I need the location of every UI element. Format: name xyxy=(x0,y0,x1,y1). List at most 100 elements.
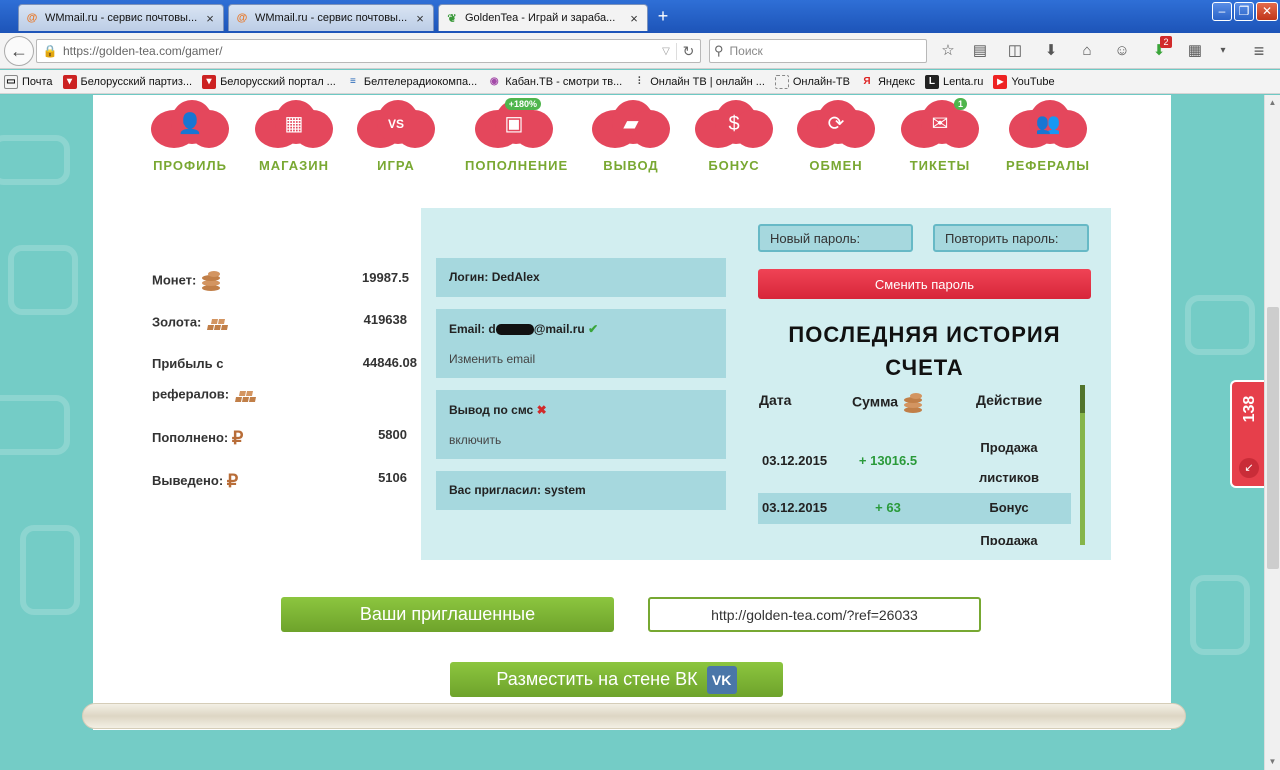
tab-title: GoldenTea - Играй и зараба... xyxy=(465,12,616,24)
scroll-down-icon[interactable]: ▼ xyxy=(1265,754,1280,770)
nav-exchange[interactable]: ⟳ ОБМЕН xyxy=(797,100,875,173)
sms-row: Вывод по смс ✖ включить xyxy=(436,390,726,459)
withdrawn-label: Выведено: ₽ xyxy=(152,471,239,491)
search-placeholder: Поиск xyxy=(729,44,763,58)
enable-sms-link[interactable]: включить xyxy=(449,431,713,449)
nav-referrals[interactable]: 👥 РЕФЕРАЛЫ xyxy=(1005,100,1091,173)
history-scrollbar-thumb[interactable] xyxy=(1080,385,1085,413)
page-scrollbar[interactable]: ▲ ▼ xyxy=(1264,95,1280,770)
maximize-button[interactable]: ❐ xyxy=(1234,2,1254,21)
new-password-input[interactable] xyxy=(758,224,913,252)
change-password-button[interactable]: Сменить пароль xyxy=(758,269,1091,299)
gold-bars-icon xyxy=(207,319,229,330)
emoji-icon[interactable]: ☺ xyxy=(1111,41,1133,61)
tab-close-icon[interactable]: × xyxy=(413,11,427,26)
deposit-icon: ▣ +180% xyxy=(475,98,553,148)
ruble-icon: ₽ xyxy=(226,471,239,491)
bookmark-item[interactable]: L Lenta.ru xyxy=(924,74,983,89)
decorative-scroll-rod xyxy=(82,703,1186,729)
bookmark-item[interactable]: ≡ Белтелерадиокомпа... xyxy=(346,75,477,89)
history-scrollbar[interactable] xyxy=(1080,385,1085,545)
search-icon: ⚲ xyxy=(714,43,724,58)
table-row: 03.12.2015 + 13016.5 Продажа листиков xyxy=(762,440,1040,485)
ref-profit-value: 44846.08 xyxy=(362,355,417,370)
home-icon[interactable]: ⌂ xyxy=(1076,41,1098,61)
game-vs-icon: VS xyxy=(357,100,435,148)
bookmark-item[interactable]: ▶ YouTube xyxy=(993,74,1055,89)
bookmark-item[interactable]: ▾ Белорусский партиз... xyxy=(62,74,192,89)
wmmail-icon: @ xyxy=(26,12,38,24)
bookmark-item[interactable]: ▭ Почта xyxy=(4,74,53,89)
scrollbar-thumb[interactable] xyxy=(1267,307,1279,569)
goldentea-leaf-icon: ❦ xyxy=(447,12,457,25)
tut-icon: ▾ xyxy=(202,74,217,89)
side-counter-tab[interactable]: 138 ↙ xyxy=(1230,380,1264,488)
dollar-icon: $ xyxy=(695,100,773,148)
bookmark-item[interactable]: Я Яндекс xyxy=(860,75,915,89)
withdrawn-value: 5106 xyxy=(378,470,407,485)
scroll-up-icon[interactable]: ▲ xyxy=(1265,95,1280,111)
minimize-button[interactable]: – xyxy=(1212,2,1232,21)
btrc-icon: ≡ xyxy=(349,76,356,87)
tab-close-icon[interactable]: × xyxy=(627,11,641,26)
close-window-button[interactable]: ✕ xyxy=(1256,2,1278,21)
tickets-badge: 1 xyxy=(953,98,967,110)
history-table[interactable]: 03.12.2015 + 13016.5 Продажа листиков 03… xyxy=(758,385,1080,545)
repeat-password-input[interactable] xyxy=(933,224,1089,252)
email-row: Email: d @mail.ru ✔ Изменить email xyxy=(436,309,726,378)
pocket-icon[interactable]: ◫ xyxy=(1004,41,1026,61)
url-dropdown-icon[interactable]: ▽ xyxy=(656,46,676,57)
profile-icon: 👤 xyxy=(151,100,229,148)
login-row: Логин: DedAlex xyxy=(436,258,726,297)
deposited-label: Пополнено: ₽ xyxy=(152,428,244,448)
tab-close-icon[interactable]: × xyxy=(203,11,217,26)
toolbar-dropdown-icon[interactable]: ▾ xyxy=(1212,41,1234,61)
bookmark-item[interactable]: ⫶ Онлайн ТВ | онлайн ... xyxy=(632,75,765,89)
reload-icon[interactable]: ↻ xyxy=(676,42,700,60)
referrals-icon: 👥 xyxy=(1009,100,1087,148)
nav-game[interactable]: VS ИГРА xyxy=(357,100,435,173)
url-text: https://golden-tea.com/gamer/ xyxy=(63,44,223,58)
nav-tickets[interactable]: ✉ 1 ТИКЕТЫ xyxy=(901,98,979,173)
search-input[interactable]: ⚲ Поиск xyxy=(709,39,927,63)
envelope-icon: ✉ 1 xyxy=(901,98,979,148)
invited-by-row: Вас пригласил: system xyxy=(436,471,726,510)
nav-profile[interactable]: 👤 ПРОФИЛЬ xyxy=(151,100,229,173)
yandex-icon: Я xyxy=(863,76,871,87)
tab-title: WMmail.ru - сервис почтовы... xyxy=(255,12,408,24)
page-icon xyxy=(774,74,789,89)
extension-icon[interactable]: ▦ xyxy=(1184,41,1206,61)
menu-icon[interactable]: ≡ xyxy=(1248,41,1270,61)
referral-link-input[interactable] xyxy=(648,597,981,632)
invited-users-button[interactable]: Ваши приглашенные xyxy=(281,597,614,632)
tab-title: WMmail.ru - сервис почтовы... xyxy=(45,12,198,24)
window-titlebar: @ WMmail.ru - сервис почтовы... × @ WMma… xyxy=(0,0,1280,33)
nav-deposit[interactable]: ▣ +180% ПОПОЛНЕНИЕ xyxy=(465,98,567,173)
nav-bonus[interactable]: $ БОНУС xyxy=(695,100,773,173)
nav-shop[interactable]: ▦ МАГАЗИН xyxy=(255,100,333,173)
bookmark-star-icon[interactable]: ☆ xyxy=(937,41,959,61)
kaban-icon: ◉ xyxy=(489,76,499,87)
vk-share-button[interactable]: Разместить на стене ВК VK xyxy=(450,662,783,697)
nav-withdraw[interactable]: ▰ ВЫВОД xyxy=(592,100,670,173)
coins-value: 19987.5 xyxy=(362,270,409,285)
browser-tab-3[interactable]: ❦ GoldenTea - Играй и зараба... × xyxy=(438,4,648,31)
back-button[interactable]: ← xyxy=(4,36,34,66)
downloads-icon[interactable]: ⬇ xyxy=(1040,41,1062,61)
browser-tab-2[interactable]: @ WMmail.ru - сервис почтовы... × xyxy=(228,4,434,31)
browser-tab-1[interactable]: @ WMmail.ru - сервис почтовы... × xyxy=(18,4,224,31)
bookmark-item[interactable]: ▾ Белорусский портал ... xyxy=(202,74,336,89)
url-bar[interactable]: 🔒 https://golden-tea.com/gamer/ ▽ ↻ xyxy=(36,39,701,63)
bookmark-item[interactable]: ◉ Кабан.ТВ - смотри тв... xyxy=(487,75,622,89)
notification-badge: 2 xyxy=(1160,36,1172,48)
change-email-link[interactable]: Изменить email xyxy=(449,350,713,368)
coins-stack-icon xyxy=(202,271,221,291)
new-tab-button[interactable]: + xyxy=(652,7,674,27)
side-counter-label: 138 xyxy=(1241,395,1258,423)
lenta-icon: L xyxy=(924,74,939,89)
ruble-icon: ₽ xyxy=(231,428,244,448)
cross-icon: ✖ xyxy=(536,403,547,417)
bookmark-item[interactable]: Онлайн-ТВ xyxy=(774,74,850,89)
bookmarks-list-icon[interactable]: ▤ xyxy=(969,41,991,61)
lock-icon: 🔒 xyxy=(42,44,58,58)
